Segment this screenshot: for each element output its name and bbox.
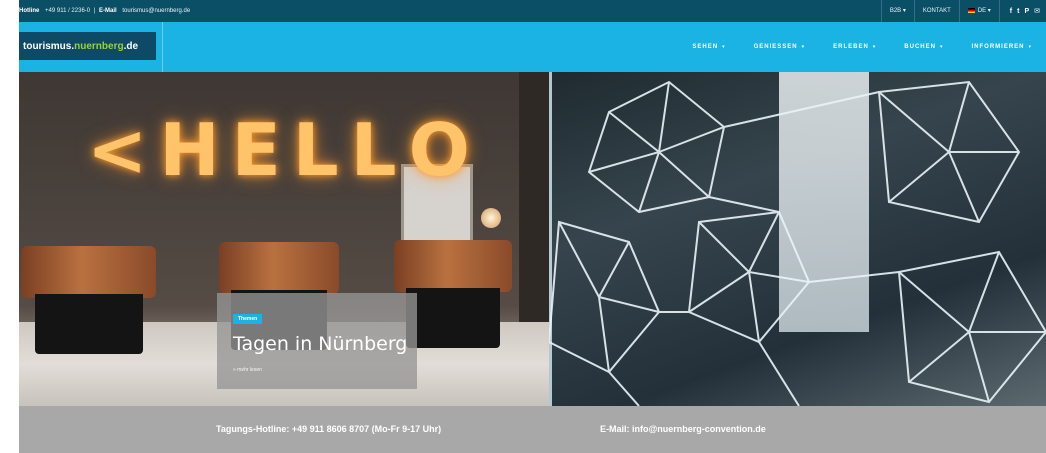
hero-glass-wall bbox=[549, 72, 1046, 406]
email-link[interactable]: tourismus@nuernberg.de bbox=[122, 8, 190, 14]
convention-hotline[interactable]: Tagungs-Hotline: +49 911 8606 8707 (Mo-F… bbox=[216, 424, 441, 434]
nav-item-label: INFORMIEREN bbox=[971, 44, 1025, 50]
email-label: E-Mail bbox=[99, 8, 117, 14]
twitter-icon[interactable]: t bbox=[1017, 8, 1019, 15]
nav-item-label: BUCHEN bbox=[904, 44, 936, 50]
german-flag-icon bbox=[967, 7, 975, 13]
language-select[interactable]: DE ▾ bbox=[958, 0, 999, 22]
nav-item-label: SEHEN bbox=[692, 44, 719, 50]
hero-slider[interactable]: < H E L L O Themen Tagen in Nürnberg » m… bbox=[19, 72, 1046, 406]
chevron-down-icon: ▾ bbox=[722, 44, 726, 50]
b2b-label: B2B bbox=[889, 8, 902, 14]
main-navigation: tourismus. nuernberg .de SEHEN ▾ GENIESSEN ▾… bbox=[19, 22, 1046, 72]
hero-caption-card[interactable]: Themen Tagen in Nürnberg » mehr lesen bbox=[217, 293, 417, 389]
hello-sign-letter: O bbox=[408, 108, 472, 192]
chevron-down-icon: ▾ bbox=[939, 44, 944, 50]
logo-text-prefix: tourismus. bbox=[23, 40, 75, 52]
hotline-number[interactable]: +49 911 / 2236-0 bbox=[45, 8, 90, 14]
facebook-icon[interactable]: f bbox=[1010, 8, 1012, 15]
page: Hotline +49 911 / 2236-0 | E-Mail touris… bbox=[19, 0, 1046, 453]
top-info-bar: Hotline +49 911 / 2236-0 | E-Mail touris… bbox=[19, 0, 1046, 22]
hero-title[interactable]: Tagen in Nürnberg bbox=[233, 333, 407, 355]
nav-item-label: ERLEBEN bbox=[833, 44, 869, 50]
top-utility-links: B2B ▾ KONTAKT DE ▾ f t P ✉ bbox=[880, 0, 1040, 22]
chevron-down-icon: ▾ bbox=[872, 44, 877, 50]
contact-link[interactable]: KONTAKT bbox=[913, 0, 959, 22]
hero-lamp bbox=[481, 208, 501, 228]
hello-sign: < H E L L O bbox=[87, 114, 472, 186]
logo-text-city: nuernberg bbox=[74, 40, 124, 52]
hello-sign-letter: H bbox=[159, 108, 222, 192]
pinterest-icon[interactable]: P bbox=[1024, 8, 1029, 15]
social-links: f t P ✉ bbox=[998, 0, 1040, 22]
site-logo[interactable]: tourismus. nuernberg .de bbox=[19, 32, 156, 60]
main-menu: SEHEN ▾ GENIESSEN ▾ ERLEBEN ▾ BUCHEN ▾ INFOR… bbox=[692, 22, 1032, 72]
hello-sign-letter: L bbox=[350, 108, 399, 192]
logo-text-suffix: .de bbox=[123, 40, 139, 52]
nav-item-informieren[interactable]: INFORMIEREN ▾ bbox=[971, 44, 1032, 50]
convention-info-bar: Tagungs-Hotline: +49 911 8606 8707 (Mo-F… bbox=[19, 406, 1046, 453]
language-label: DE bbox=[977, 8, 987, 14]
nav-item-label: GENIESSEN bbox=[753, 44, 798, 50]
reception-desk bbox=[21, 246, 156, 366]
hello-sign-letter: E bbox=[231, 108, 283, 192]
nav-item-geniessen[interactable]: GENIESSEN ▾ bbox=[754, 44, 806, 50]
nav-item-erleben[interactable]: ERLEBEN ▾ bbox=[833, 44, 876, 50]
topic-badge[interactable]: Themen bbox=[233, 314, 263, 324]
hotline-label: Hotline bbox=[19, 8, 40, 14]
chevron-down-icon: ▾ bbox=[1028, 44, 1032, 50]
nav-item-sehen[interactable]: SEHEN ▾ bbox=[692, 44, 725, 50]
read-more-link[interactable]: » mehr lesen bbox=[233, 367, 401, 373]
glass-web-pattern bbox=[549, 80, 1046, 406]
hello-sign-arrow: < bbox=[87, 108, 150, 192]
top-contact-line: Hotline +49 911 / 2236-0 | E-Mail touris… bbox=[19, 8, 191, 14]
nav-divider bbox=[162, 22, 163, 72]
b2b-link[interactable]: B2B ▾ bbox=[880, 0, 914, 22]
mail-icon[interactable]: ✉ bbox=[1034, 7, 1040, 15]
nav-item-buchen[interactable]: BUCHEN ▾ bbox=[904, 44, 943, 50]
chevron-down-icon: ▾ bbox=[801, 44, 806, 50]
hello-sign-letter: L bbox=[292, 108, 341, 192]
convention-email[interactable]: E-Mail: info@nuernberg-convention.de bbox=[600, 424, 766, 434]
